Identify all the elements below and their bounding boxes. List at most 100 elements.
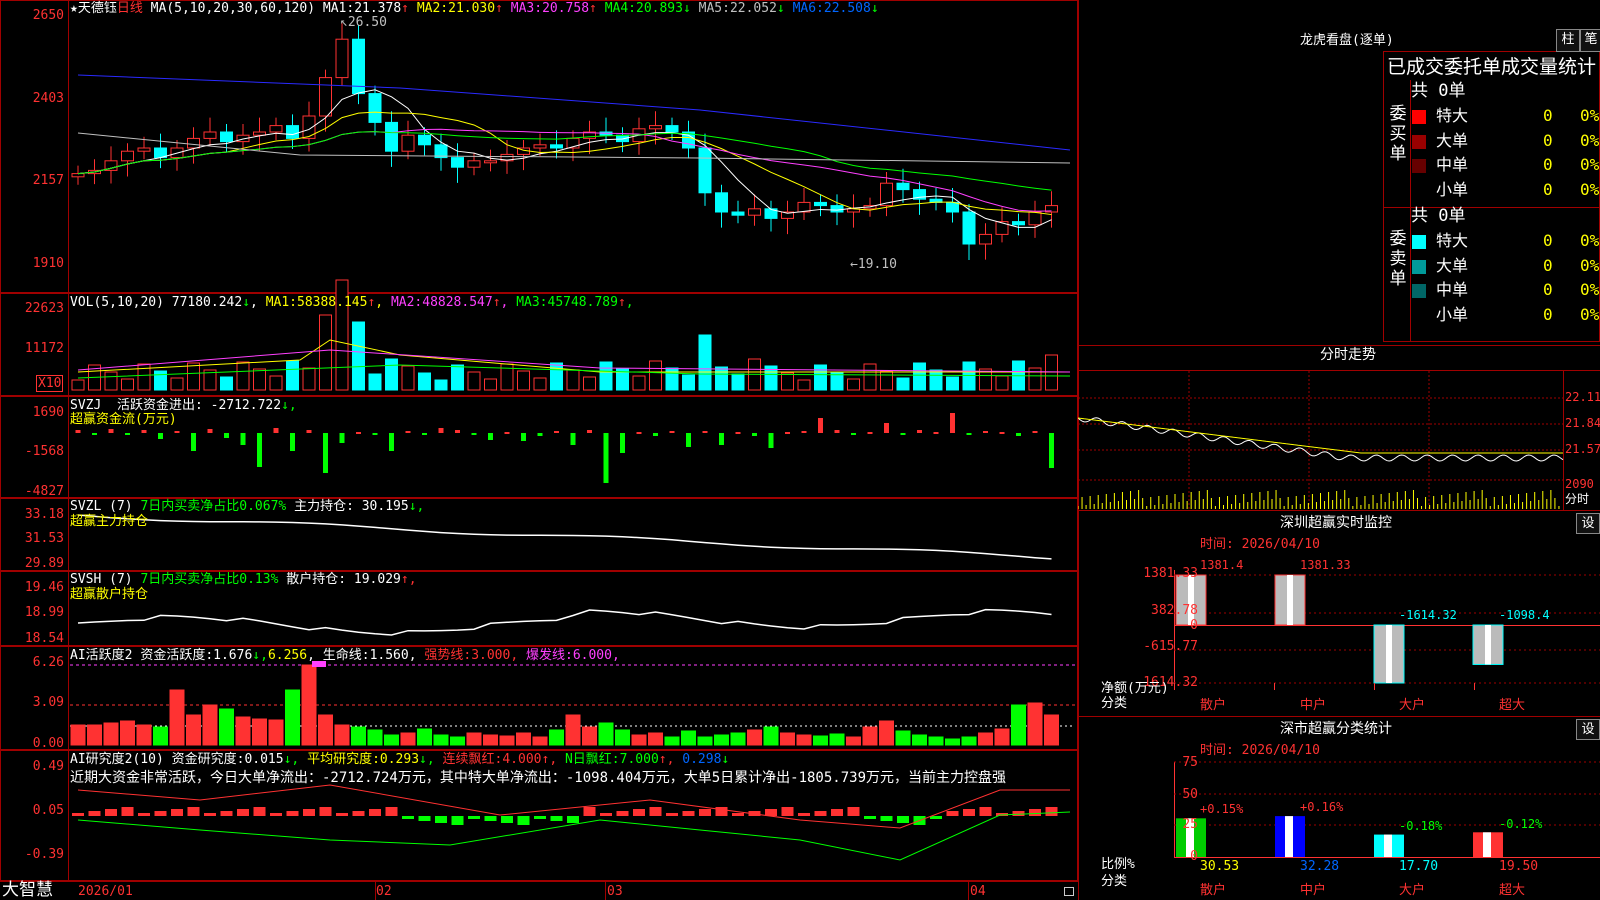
volume-bar (962, 361, 976, 391)
class-bar-shine (1483, 832, 1491, 857)
period-label[interactable]: 日线 (117, 1, 143, 16)
ai-research-bar (699, 809, 711, 816)
svzj-bar (488, 433, 493, 440)
buy-row-2[interactable]: 中单 0 0% (1410, 155, 1600, 177)
volume-bar (302, 367, 316, 391)
ma-item-5: MA5:22.052↓ (698, 1, 785, 16)
ai-active-bar (70, 724, 86, 746)
svzj-bar (240, 433, 246, 445)
svzj-bar (471, 433, 477, 435)
sz-monitor-settings-button[interactable]: 设 (1576, 513, 1600, 534)
svzl-line (77, 514, 1052, 560)
sell-row-2[interactable]: 中单 0 0% (1410, 280, 1600, 302)
svzj-bar (405, 431, 411, 433)
ai-active-bar (450, 736, 465, 746)
svzj-bar (735, 432, 741, 434)
ai-active-bar (631, 734, 647, 746)
sz-class-settings-button[interactable]: 设 (1576, 719, 1600, 740)
sz-class-cat-0: 散户 (1200, 883, 1227, 898)
buy-row-label: 中单 (1436, 155, 1469, 174)
buy-row-0[interactable]: 特大 0 0% (1410, 106, 1600, 128)
sell-row-count: 0 (1543, 304, 1553, 324)
volume-bar (929, 369, 943, 391)
ai-active-bar (763, 726, 779, 746)
sz-class-y-3: 0 (1190, 849, 1198, 864)
ai-active-bar (912, 734, 927, 746)
sell-row-pct: 0% (1580, 231, 1600, 250)
ai-research-bar (319, 807, 332, 816)
svzj-bar (966, 433, 972, 435)
sz-monitor-cat-2: 大户 (1399, 698, 1426, 713)
svzj-bar (950, 413, 955, 433)
ai-active-bar (136, 724, 152, 746)
ai-research-bar (468, 816, 480, 819)
sz-class-cat-3: 超大 (1499, 883, 1526, 898)
ai-active-bar (169, 689, 185, 746)
bar-view-button[interactable]: 柱 (1556, 29, 1580, 52)
candle (698, 147, 712, 194)
sell-row-0[interactable]: 特大 0 0% (1410, 231, 1600, 253)
svzj-bar (438, 428, 444, 433)
candle (286, 125, 299, 139)
lock-icon[interactable] (1064, 887, 1074, 896)
brand-logo[interactable]: 大智慧 (2, 881, 53, 900)
ai-research-bar (484, 816, 497, 821)
candle (220, 131, 233, 143)
x-tick-2: 03 (607, 884, 623, 899)
y-tick-svsh-1: 18.99 (24, 605, 64, 620)
volume-bar (352, 321, 365, 391)
svzj-bar (224, 433, 229, 438)
ai-active-bar (417, 728, 432, 746)
svzj-bar (207, 429, 213, 433)
monitor-bar-shine (1287, 575, 1293, 625)
ai-active-bar (796, 734, 812, 746)
svzj-bar (75, 430, 81, 433)
candle (418, 134, 431, 146)
ai-active-bar (219, 708, 234, 746)
svzj-bar (917, 430, 922, 433)
volume-bar (71, 379, 85, 391)
sell-side-label: 委卖单 (1389, 229, 1407, 289)
sz-monitor-time: 时间: 2026/04/10 (1200, 537, 1320, 552)
ai-research-bar (385, 807, 398, 816)
volume-bar (269, 375, 283, 391)
volume-bar (566, 369, 580, 391)
ai-research-bar (814, 811, 827, 816)
ai-active-bar (1011, 704, 1026, 746)
sell-row-count: 0 (1543, 255, 1553, 275)
svzj-bar (521, 433, 526, 441)
candle (137, 147, 151, 152)
candle (368, 93, 382, 123)
ai-research-summary: 近期大资金非常活跃，今日大单净流出：-2712.724万元，其中特大单净流出：-… (70, 770, 1007, 786)
candle (187, 137, 200, 149)
ai-research-bar (781, 807, 794, 816)
buy-row-1[interactable]: 大单 0 0% (1410, 131, 1600, 153)
sz-monitor-axis-sub: 分类 (1101, 696, 1128, 711)
buy-row-3[interactable]: 小单 0 0% (1410, 180, 1600, 202)
candle (962, 211, 976, 245)
candle (533, 144, 547, 149)
ai-research-bar (105, 809, 117, 816)
volume-bar (797, 379, 811, 391)
intraday-title: 分时走势 (1320, 347, 1376, 363)
ai-research-bar (88, 811, 101, 816)
ai-active-bar (318, 714, 333, 746)
sz-monitor-cat-3: 超大 (1499, 698, 1526, 713)
sz-class-y-2: 25 (1182, 817, 1198, 832)
buy-row-pct: 0% (1580, 155, 1600, 174)
sell-row-1[interactable]: 大单 0 0% (1410, 256, 1600, 278)
volume-bar (946, 376, 959, 391)
buy-row-label: 特大 (1436, 106, 1469, 125)
sell-row-pct: 0% (1580, 280, 1600, 299)
candle (731, 211, 745, 216)
volume-bar (863, 363, 877, 391)
candle (979, 233, 992, 245)
volume-bar (286, 360, 299, 391)
svzj-bar (620, 433, 625, 453)
ai-research-bar (1029, 809, 1041, 816)
svzj-bar (933, 432, 939, 434)
ai-research-bar (451, 816, 464, 825)
sell-row-3[interactable]: 小单 0 0% (1410, 305, 1600, 327)
tick-view-button[interactable]: 笔 (1580, 29, 1600, 52)
ai-research-bar (369, 809, 381, 816)
